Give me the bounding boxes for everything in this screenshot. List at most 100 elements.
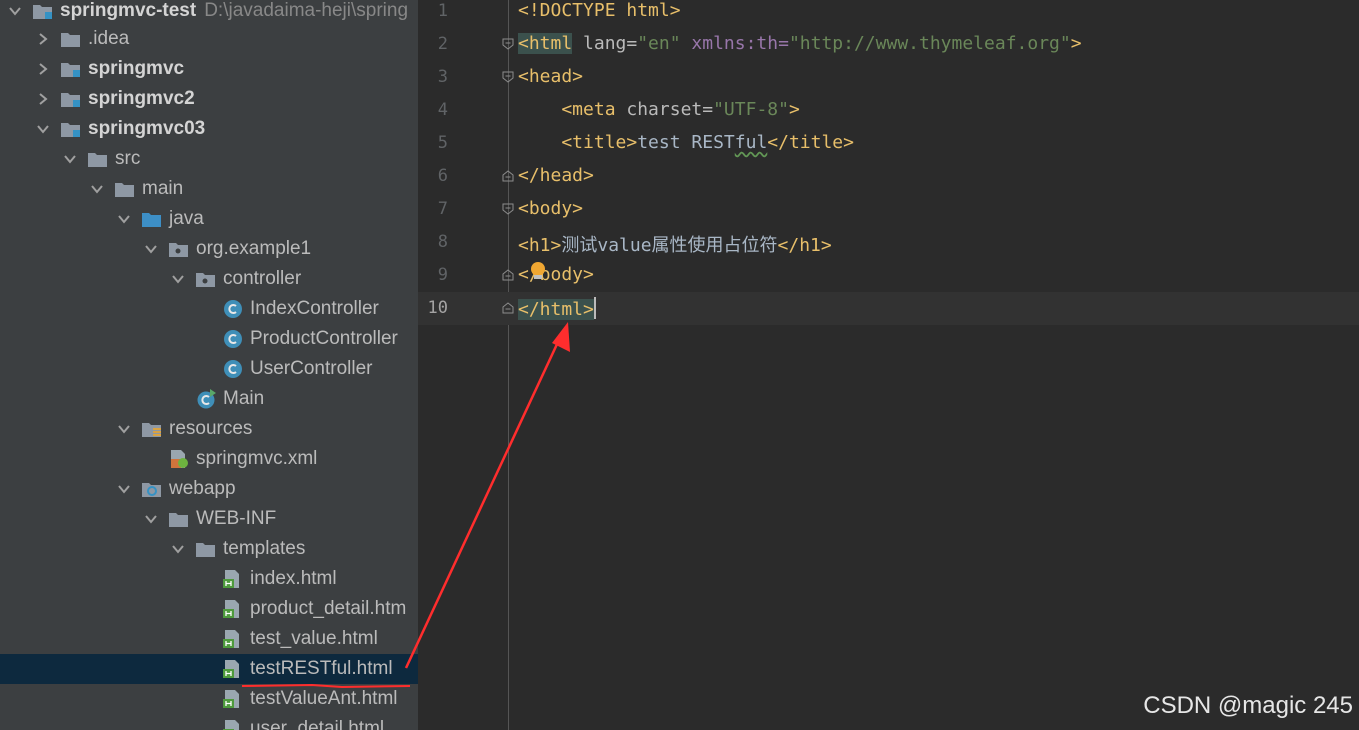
tree-item-org-example1[interactable]: org.example1 [0, 234, 418, 264]
chevron-down-icon[interactable] [63, 152, 77, 166]
code-text: </head> [518, 165, 594, 186]
folder-icon [87, 149, 109, 169]
red-underline-annotation [242, 684, 410, 688]
tree-item-label: springmvc-test [60, 0, 197, 21]
tree-item-productcontroller[interactable]: ProductController [0, 324, 418, 354]
tree-item-label: java [169, 208, 204, 229]
line-number: 1 [437, 1, 448, 21]
tree-item-test-value[interactable]: test_value.html [0, 624, 418, 654]
text-caret [593, 297, 596, 319]
tree-item-testrestful[interactable]: testRESTful.html [0, 654, 418, 684]
tree-item-label: UserController [250, 358, 373, 379]
tree-item-main[interactable]: main [0, 174, 418, 204]
fold-close-icon[interactable] [502, 269, 514, 281]
code-line[interactable]: 5 <title>test RESTful</title> [418, 127, 1359, 160]
chevron-down-icon[interactable] [117, 482, 131, 496]
code-line[interactable]: 6 </head> [418, 160, 1359, 193]
intention-bulb-icon[interactable] [531, 262, 545, 276]
line-number: 9 [437, 265, 448, 285]
tree-item-resources[interactable]: resources [0, 414, 418, 444]
tree-item-indexcontroller[interactable]: IndexController [0, 294, 418, 324]
tree-item-java[interactable]: java [0, 204, 418, 234]
chevron-down-icon[interactable] [144, 512, 158, 526]
code-editor[interactable]: 1 <!DOCTYPE html> 2 <html lang="en" xmln… [418, 0, 1359, 730]
java-class-icon [222, 299, 244, 319]
line-number: 10 [427, 298, 448, 318]
fold-open-icon[interactable] [502, 38, 514, 50]
code-line-current[interactable]: 10 </html> [418, 292, 1359, 325]
tree-item-user-detail[interactable]: user_detail.html [0, 714, 418, 730]
java-class-icon [222, 359, 244, 379]
chevron-down-icon[interactable] [117, 422, 131, 436]
chevron-down-icon[interactable] [90, 182, 104, 196]
module-folder-icon [32, 1, 54, 21]
code-line[interactable]: 3 <head> [418, 61, 1359, 94]
folder-icon [195, 539, 217, 559]
code-line[interactable]: 9 </body> [418, 259, 1359, 292]
chevron-right-icon[interactable] [36, 92, 50, 106]
code-line[interactable]: 7 <body> [418, 193, 1359, 226]
watermark: CSDN @magic 245 [1143, 692, 1353, 719]
tree-item-label: Main [223, 388, 265, 409]
line-number: 2 [437, 34, 448, 54]
intention-bulb-base [534, 275, 542, 279]
html-file-icon [222, 659, 244, 679]
tree-item-idea[interactable]: .idea [0, 24, 418, 54]
tree-item-label: testRESTful.html [250, 658, 393, 679]
tree-item-label: springmvc2 [88, 88, 195, 109]
chevron-down-icon[interactable] [36, 122, 50, 136]
folder-icon [60, 29, 82, 49]
tree-item-label: index.html [250, 568, 337, 589]
chevron-down-icon[interactable] [171, 542, 185, 556]
tree-item-main-class[interactable]: Main [0, 384, 418, 414]
tree-item-springmvc2[interactable]: springmvc2 [0, 84, 418, 114]
tree-item-springmvc-xml[interactable]: springmvc.xml [0, 444, 418, 474]
tree-item-webapp[interactable]: webapp [0, 474, 418, 504]
chevron-down-icon[interactable] [171, 272, 185, 286]
tree-item-label: user_detail.html [250, 718, 385, 730]
fold-close-icon[interactable] [502, 302, 514, 314]
tree-item-springmvc-test[interactable]: springmvc-test D:\javadaima-heji\spring [0, 0, 418, 26]
fold-open-icon[interactable] [502, 71, 514, 83]
html-file-icon [222, 629, 244, 649]
chevron-down-icon[interactable] [8, 4, 22, 18]
spring-xml-icon [168, 449, 190, 469]
code-line[interactable]: 4 <meta charset="UTF-8"> [418, 94, 1359, 127]
tree-item-testvalueant[interactable]: testValueAnt.html [0, 684, 418, 714]
tree-item-index-html[interactable]: index.html [0, 564, 418, 594]
fold-close-icon[interactable] [502, 170, 514, 182]
tree-item-springmvc[interactable]: springmvc [0, 54, 418, 84]
project-path: D:\javadaima-heji\spring [204, 0, 409, 21]
package-icon [168, 239, 190, 259]
folder-icon [168, 509, 190, 529]
code-text: <head> [518, 66, 584, 87]
chevron-down-icon[interactable] [117, 212, 131, 226]
code-line[interactable]: 1 <!DOCTYPE html> [418, 0, 1359, 28]
tree-item-springmvc03[interactable]: springmvc03 [0, 114, 418, 144]
fold-open-icon[interactable] [502, 203, 514, 215]
tree-item-label: resources [169, 418, 253, 439]
tree-item-label: springmvc03 [88, 118, 206, 139]
chevron-right-icon[interactable] [36, 62, 50, 76]
tree-item-label: product_detail.htm [250, 598, 407, 619]
html-file-icon [222, 569, 244, 589]
code-text: <body> [518, 198, 584, 219]
web-folder-icon [141, 479, 163, 499]
code-line[interactable]: 2 <html lang="en" xmlns:th="http://www.t… [418, 28, 1359, 61]
tree-item-templates[interactable]: templates [0, 534, 418, 564]
tree-item-product-detail[interactable]: product_detail.htm [0, 594, 418, 624]
tree-item-src[interactable]: src [0, 144, 418, 174]
chevron-right-icon[interactable] [36, 32, 50, 46]
tree-item-label: main [142, 178, 184, 199]
source-folder-icon [141, 209, 163, 229]
chevron-down-icon[interactable] [144, 242, 158, 256]
line-number: 8 [437, 232, 448, 252]
tree-item-label: testValueAnt.html [250, 688, 398, 709]
tree-item-label: test_value.html [250, 628, 378, 649]
tree-item-usercontroller[interactable]: UserController [0, 354, 418, 384]
tree-item-controller[interactable]: controller [0, 264, 418, 294]
line-number: 6 [437, 166, 448, 186]
tree-item-label: controller [223, 268, 302, 289]
tree-item-web-inf[interactable]: WEB-INF [0, 504, 418, 534]
code-line[interactable]: 8 <h1>测试value属性使用占位符</h1> [418, 226, 1359, 259]
